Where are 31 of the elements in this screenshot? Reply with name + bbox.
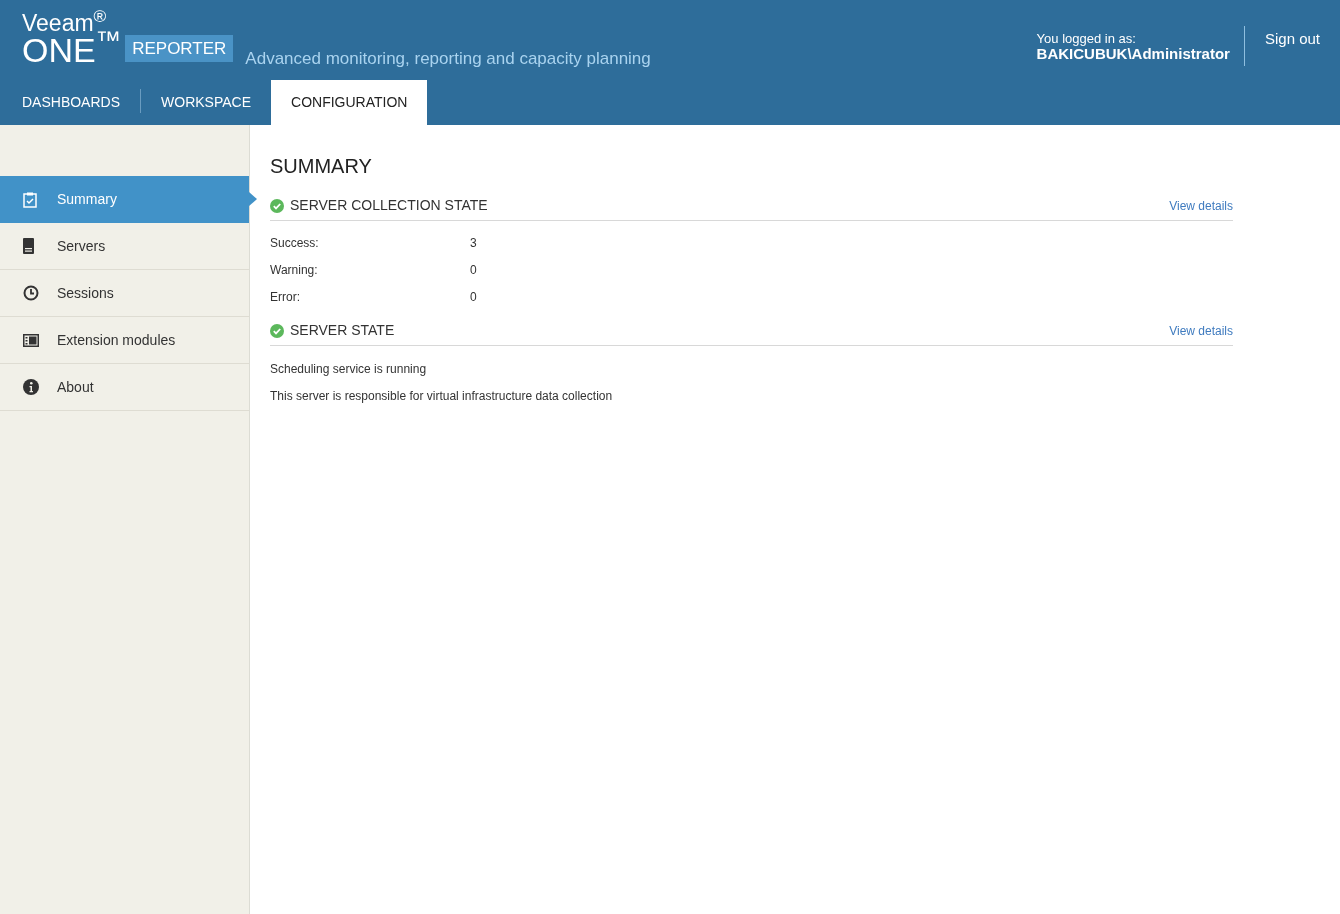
status-message: This server is responsible for virtual infrastructure data collection [270, 388, 614, 405]
page-title: SUMMARY [270, 154, 373, 179]
section-title: SERVER COLLECTION STATE [290, 196, 488, 215]
sign-out-link[interactable]: Sign out [1244, 27, 1340, 65]
nav-tab[interactable]: DASHBOARDS [2, 80, 141, 125]
view-details-link[interactable]: View details [1169, 321, 1233, 340]
film-panel-icon [23, 333, 39, 347]
tagline: Advanced monitoring, reporting and capacity planning [245, 47, 651, 70]
clock-icon [23, 285, 39, 301]
field-label: Error: [270, 289, 301, 306]
sidebar-item[interactable]: Extension modules [0, 317, 249, 364]
field-value: 0 [470, 262, 477, 279]
field-value: 3 [470, 235, 477, 252]
status-message: Scheduling service is running [270, 361, 428, 378]
clipboard-check-icon [23, 191, 37, 208]
field-label: Warning: [270, 262, 319, 279]
field-label: Success: [270, 235, 320, 252]
info-icon [23, 379, 39, 395]
field-value: 0 [470, 289, 477, 306]
sidebar-item[interactable]: Servers [0, 223, 249, 270]
user-name: BAKICUBUK\Administrator [1036, 46, 1230, 61]
nav-tab[interactable]: CONFIGURATION [271, 80, 428, 125]
pointer-icon [249, 192, 257, 206]
server-icon [23, 238, 34, 254]
sidebar-item[interactable]: Sessions [0, 270, 249, 317]
sidebar-item[interactable]: About [0, 364, 249, 411]
section-title: SERVER STATE [290, 321, 395, 340]
view-details-link[interactable]: View details [1169, 196, 1233, 215]
nav-tab[interactable]: WORKSPACE [141, 80, 271, 125]
user-caption: You logged in as: [1036, 31, 1137, 46]
edition-label: REPORTER [125, 34, 234, 62]
